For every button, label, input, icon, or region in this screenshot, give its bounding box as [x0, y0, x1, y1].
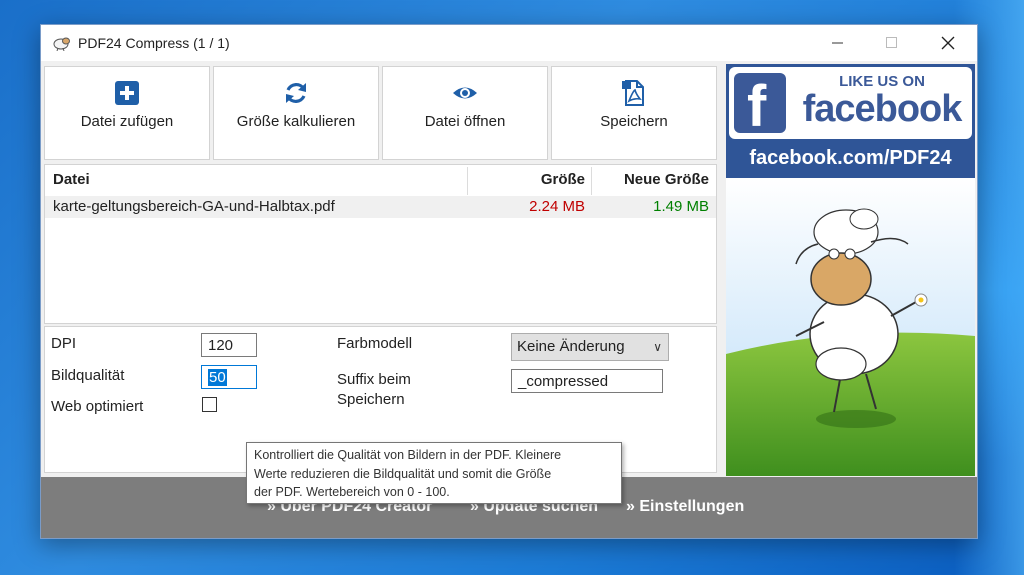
color-model-label: Farbmodell [337, 335, 413, 352]
color-model-value: Keine Änderung [517, 338, 625, 355]
file-table[interactable]: Datei Größe Neue Größe karte-geltungsber… [44, 164, 717, 324]
calculate-size-button[interactable]: Größe kalkulieren [213, 66, 379, 160]
tooltip-line: Werte reduzieren die Bildqualität und so… [254, 466, 552, 481]
window-title: PDF24 Compress (1 / 1) [78, 35, 230, 51]
facebook-url: facebook.com/PDF24 [749, 147, 952, 169]
new-size-cell: 1.49 MB [653, 198, 709, 215]
minimize-icon [832, 42, 843, 44]
client-area: Datei zufügen Größe kalkulieren Datei öf… [41, 61, 977, 538]
title-bar: PDF24 Compress (1 / 1) [41, 25, 977, 61]
web-optimized-label: Web optimiert [51, 398, 144, 415]
tooltip-line: der PDF. Wertebereich von 0 - 100. [254, 485, 450, 499]
quality-value: 50 [208, 369, 227, 386]
suffix-label: Suffix beim [337, 371, 411, 388]
minimize-button[interactable] [815, 25, 861, 61]
column-header-size[interactable]: Größe [469, 165, 585, 195]
column-divider [467, 167, 468, 195]
tooltip-line: Kontrolliert die Qualität von Bildern in… [254, 448, 562, 462]
suffix-input[interactable]: _compressed [511, 369, 663, 393]
chevron-down-icon: ∨ [653, 340, 662, 354]
dpi-input[interactable]: 120 [201, 333, 257, 357]
quality-input[interactable]: 50 [201, 365, 257, 389]
open-file-button[interactable]: Datei öffnen [382, 66, 548, 160]
web-optimized-checkbox[interactable] [202, 397, 217, 412]
dpi-label: DPI [51, 335, 77, 352]
eye-icon [453, 87, 477, 99]
facebook-wordmark: facebook [802, 88, 963, 130]
close-button[interactable] [925, 25, 971, 61]
refresh-icon [286, 83, 306, 103]
save-label: Speichern [600, 113, 668, 130]
plus-icon [115, 81, 139, 105]
open-file-label: Datei öffnen [424, 113, 506, 130]
suffix-label-line2: Speichern [337, 391, 405, 408]
pdf24-compress-window: PDF24 Compress (1 / 1) Datei zufügen Grö… [40, 24, 978, 539]
settings-label: Einstellungen [639, 498, 745, 515]
size-cell: 2.24 MB [529, 198, 585, 215]
pdf24-sheep-icon [53, 37, 70, 51]
facebook-ad-banner[interactable]: f LIKE US ON facebook facebook.com/PDF24 [726, 64, 975, 476]
maximize-icon [886, 37, 897, 48]
quality-label: Bildqualität [51, 367, 125, 384]
chevron-right-icon: » [626, 498, 640, 515]
settings-link[interactable]: » Einstellungen [626, 498, 744, 516]
column-header-file[interactable]: Datei [53, 165, 463, 195]
add-file-button[interactable]: Datei zufügen [44, 66, 210, 160]
quality-tooltip: Kontrolliert die Qualität von Bildern in… [246, 442, 622, 504]
save-button[interactable]: Speichern [551, 66, 717, 160]
pdf-save-icon [622, 80, 644, 106]
column-divider [591, 167, 592, 195]
add-file-label: Datei zufügen [80, 113, 174, 130]
maximize-button[interactable] [869, 25, 915, 61]
file-name-cell: karte-geltungsbereich-GA-und-Halbtax.pdf [53, 198, 335, 215]
facebook-f-icon: f [747, 74, 767, 139]
column-header-new-size[interactable]: Neue Größe [593, 165, 709, 195]
calculate-size-label: Größe kalkulieren [236, 113, 356, 130]
close-icon [941, 36, 955, 50]
table-row[interactable]: karte-geltungsbereich-GA-und-Halbtax.pdf… [45, 196, 716, 218]
color-model-select[interactable]: Keine Änderung ∨ [511, 333, 669, 361]
